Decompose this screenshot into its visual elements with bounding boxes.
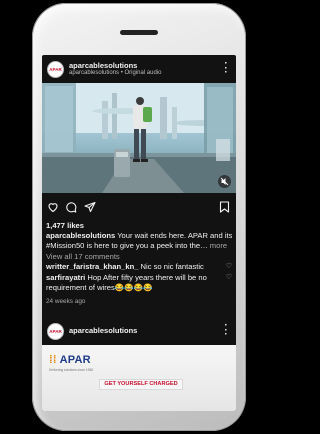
post-header: APAR aparcablesolutions aparcablesolutio… xyxy=(42,55,236,83)
heart-icon[interactable] xyxy=(47,201,59,213)
comment-1: writter_faristra_khan_kn_ Nic so nic fan… xyxy=(46,262,232,272)
post-username[interactable]: aparcablesolutions xyxy=(69,61,162,70)
apar-logo-mark: ⁞⁞ xyxy=(49,354,57,366)
caption-text-1: Your wait ends here. APAR and its xyxy=(115,231,232,240)
view-comments-link[interactable]: View all 17 comments xyxy=(46,252,232,262)
comment-2-text: Hop After fifty years there will be no xyxy=(85,273,207,282)
share-icon[interactable] xyxy=(84,201,96,213)
comment-2-user[interactable]: sarfirayatri xyxy=(46,273,85,282)
caption-username[interactable]: aparcablesolutions xyxy=(46,231,115,240)
more-icon[interactable]: · · · xyxy=(222,59,230,78)
comment-2: sarfirayatri Hop After fifty years there… xyxy=(46,273,232,283)
brand-tagline: Delivering solutions since 1958 xyxy=(49,368,93,372)
futuristic-city-scene xyxy=(42,83,236,193)
avatar-logo-text: APAR xyxy=(49,328,62,334)
caption-text-2: #Mission50 is here to give you a peek in… xyxy=(46,241,208,250)
cta-banner: GET YOURSELF CHARGED xyxy=(99,379,183,390)
instagram-screen: APAR aparcablesolutions aparcablesolutio… xyxy=(42,55,236,411)
comment-icon[interactable] xyxy=(65,201,77,213)
more-icon[interactable]: · · · xyxy=(222,321,230,340)
post-action-bar xyxy=(42,195,236,219)
caption-more-link[interactable]: more xyxy=(208,241,227,250)
comment-like-icon[interactable]: ♡ xyxy=(226,273,232,281)
avatar[interactable]: APAR xyxy=(47,60,64,78)
post-username[interactable]: aparcablesolutions xyxy=(69,326,137,335)
comment-2-continued: requirement of wires😂😂😂😂 xyxy=(46,283,153,292)
avatar[interactable]: APAR xyxy=(47,322,64,340)
post-video[interactable] xyxy=(42,83,236,193)
comment-like-icon[interactable]: ♡ xyxy=(226,262,232,270)
phone-frame: APAR aparcablesolutions aparcablesolutio… xyxy=(32,3,246,431)
caption-line-2: #Mission50 is here to give you a peek in… xyxy=(46,241,232,251)
mute-icon[interactable] xyxy=(218,175,231,188)
post-header-2: APAR aparcablesolutions · · · xyxy=(42,317,236,345)
comment-1-user[interactable]: writter_faristra_khan_kn_ xyxy=(46,262,138,271)
post-timestamp: 24 weeks ago xyxy=(46,298,86,305)
brand-name: APAR xyxy=(59,354,91,366)
comment-1-text: Nic so nic fantastic xyxy=(138,262,204,271)
post-audio-subtitle[interactable]: aparcablesolutions • Original audio xyxy=(69,70,162,77)
apar-logo: ⁞⁞ APAR xyxy=(49,354,91,366)
bookmark-icon[interactable] xyxy=(219,201,230,213)
post-image-2[interactable]: ⁞⁞ APAR Delivering solutions since 1958 … xyxy=(42,345,236,411)
caption-line-1: aparcablesolutions Your wait ends here. … xyxy=(46,231,232,241)
avatar-logo-text: APAR xyxy=(49,66,62,72)
like-count[interactable]: 1,477 likes xyxy=(46,221,232,231)
phone-speaker xyxy=(120,30,158,35)
